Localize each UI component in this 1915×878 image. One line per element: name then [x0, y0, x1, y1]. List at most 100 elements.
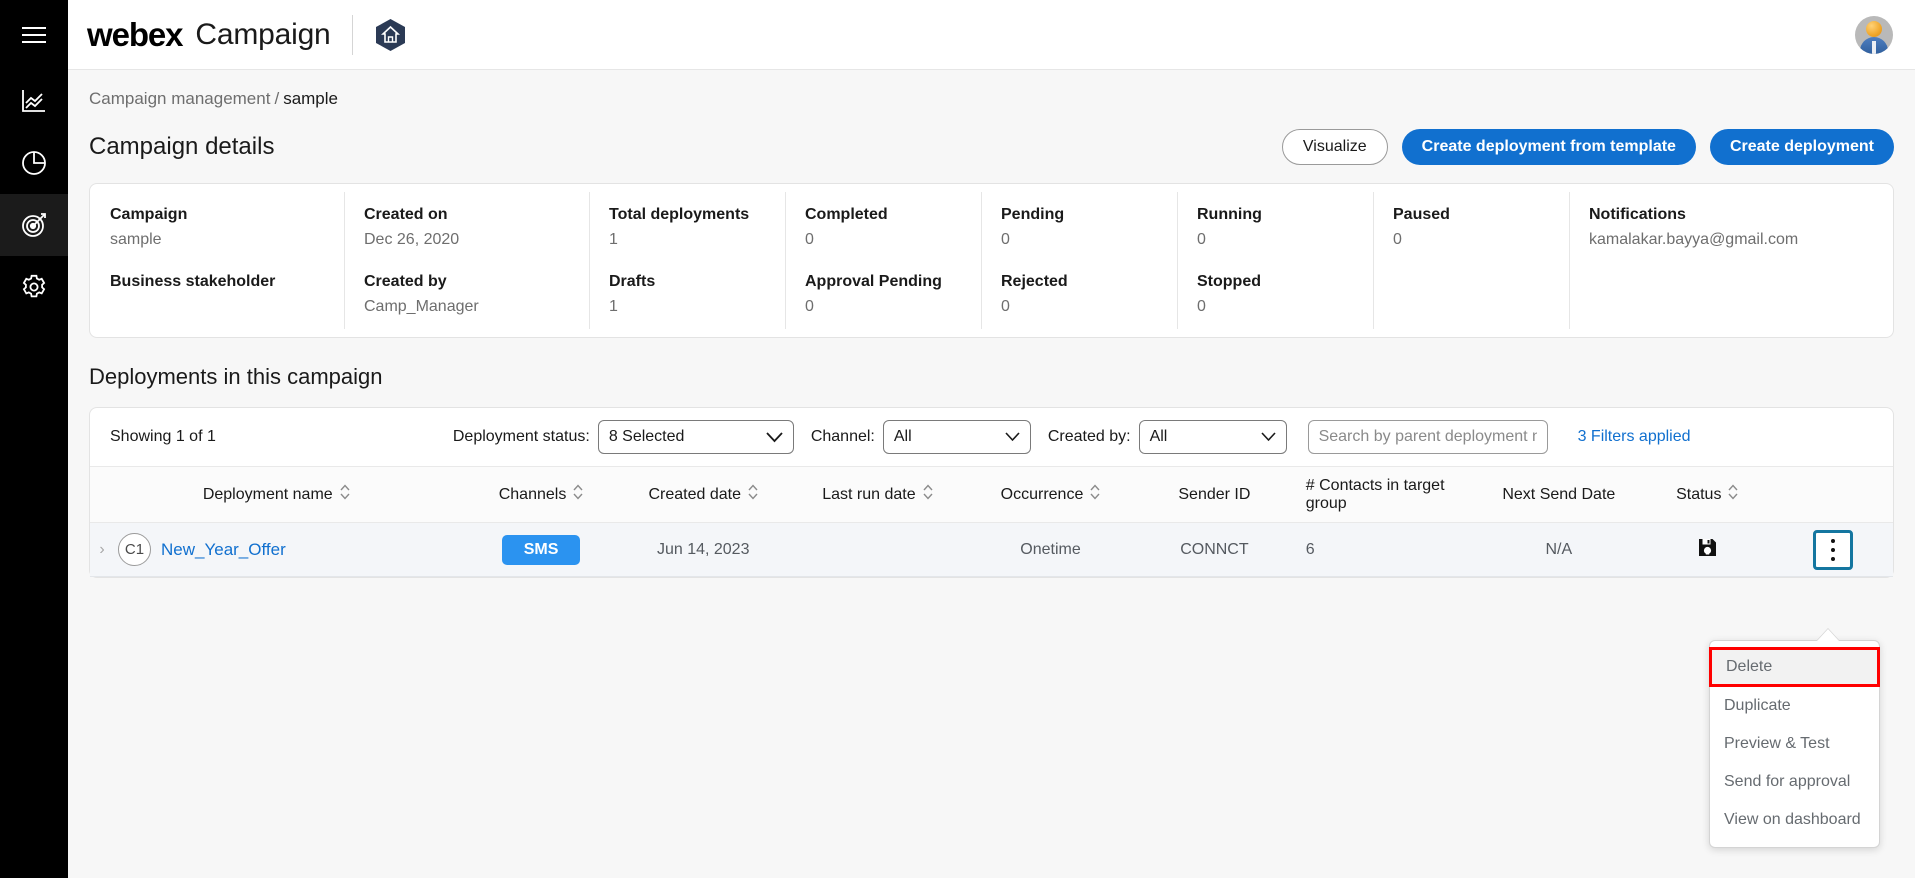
detail-column-paused: Paused 0: [1373, 184, 1569, 337]
detail-value: 0: [1001, 231, 1010, 248]
detail-value: 1: [609, 231, 618, 248]
cell-actions: [1773, 522, 1893, 577]
detail-column-running: Running 0 Stopped 0: [1177, 184, 1373, 337]
column-header-channels[interactable]: Channels: [462, 466, 620, 523]
filters-applied-link[interactable]: 3 Filters applied: [1578, 428, 1691, 446]
showing-count: Showing 1 of 1: [110, 428, 216, 445]
column-label: Occurrence: [1000, 485, 1084, 503]
detail-value: [110, 298, 344, 318]
visualize-button[interactable]: Visualize: [1281, 129, 1388, 165]
sidebar-item-analytics[interactable]: [0, 70, 68, 132]
target-icon: [19, 210, 49, 240]
chevron-down-icon: [754, 431, 783, 443]
detail-column-pending: Pending 0 Rejected 0: [981, 184, 1177, 337]
deployment-status-select[interactable]: 8 Selected: [597, 420, 794, 454]
column-header-contacts: # Contacts in target group: [1295, 466, 1477, 523]
filter-channel: Channel: All: [811, 420, 1031, 454]
detail-column-total-deployments: Total deployments 1 Drafts 1: [589, 184, 785, 337]
column-label: Sender ID: [1178, 485, 1251, 503]
cell-last-run-date: [786, 522, 968, 577]
menu-item-view-on-dashboard[interactable]: View on dashboard: [1710, 801, 1879, 839]
deployment-status-label: Deployment status:: [452, 428, 590, 445]
kebab-dot: [1831, 556, 1836, 561]
menu-item-send-for-approval[interactable]: Send for approval: [1710, 763, 1879, 801]
channel-select[interactable]: All: [882, 420, 1031, 454]
created-by-select[interactable]: All: [1138, 420, 1287, 454]
menu-icon[interactable]: [0, 0, 68, 70]
sidebar-item-campaigns[interactable]: [0, 194, 68, 256]
detail-label: Campaign: [110, 206, 188, 223]
cell-created-date: Jun 14, 2023: [619, 522, 787, 577]
search-input[interactable]: [1307, 420, 1548, 454]
detail-value: 0: [1197, 231, 1206, 248]
sidebar-item-reports[interactable]: [0, 132, 68, 194]
column-header-created-date[interactable]: Created date: [619, 466, 787, 523]
detail-value: Camp_Manager: [364, 298, 479, 315]
detail-label: Created on: [364, 206, 448, 223]
sort-icon: [1728, 484, 1738, 505]
column-label: Created date: [648, 485, 741, 503]
detail-label: Running: [1197, 206, 1262, 223]
detail-column-notifications: Notifications kamalakar.bayya@gmail.com: [1569, 184, 1893, 337]
gear-icon: [20, 273, 48, 301]
campaign-details-card: Campaign sample Business stakeholder Crea…: [89, 183, 1894, 338]
pie-chart-icon: [20, 149, 48, 177]
filter-deployment-status: Deployment status: 8 Selected: [453, 420, 794, 454]
filter-toolbar: Showing 1 of 1 Deployment status: 8 Sele…: [90, 408, 1893, 466]
detail-label: Business stakeholder: [110, 273, 276, 290]
sidebar-item-settings[interactable]: [0, 256, 68, 318]
avatar[interactable]: [1855, 15, 1893, 54]
column-header-last-run-date[interactable]: Last run date: [786, 466, 968, 523]
channel-chip-sms[interactable]: SMS: [501, 534, 581, 565]
menu-item-delete[interactable]: Delete: [1709, 647, 1880, 687]
column-header-deployment-name[interactable]: Deployment name: [90, 466, 463, 523]
detail-value: 0: [1393, 231, 1402, 248]
column-header-occurrence[interactable]: Occurrence: [967, 466, 1134, 523]
column-label: Status: [1676, 485, 1722, 503]
column-header-status[interactable]: Status: [1640, 466, 1774, 523]
channel-label: Channel:: [810, 428, 875, 445]
cell-contacts: 6: [1295, 522, 1477, 577]
action-menu-arrow: [1817, 629, 1839, 641]
detail-label: Drafts: [609, 273, 656, 290]
kebab-dot: [1831, 547, 1836, 552]
cell-next-send-date: N/A: [1476, 522, 1641, 577]
page-title: Campaign details: [89, 133, 275, 160]
brand-webex: webex: [87, 15, 183, 53]
column-label: Channels: [498, 485, 567, 503]
save-draft-icon: [1698, 538, 1717, 561]
created-by-value: All: [1149, 428, 1168, 445]
detail-value: 0: [1001, 298, 1010, 315]
column-header-actions: [1773, 466, 1893, 523]
kebab-dot: [1831, 538, 1836, 543]
create-deployment-button[interactable]: Create deployment: [1709, 129, 1894, 165]
channel-value: All: [893, 428, 912, 445]
cell-sender-id: CONNCT: [1133, 522, 1296, 577]
detail-label: Notifications: [1589, 206, 1686, 223]
left-nav-rail: [0, 0, 68, 878]
filter-created-by: Created by: All: [1048, 420, 1287, 454]
column-header-next-send-date: Next Send Date: [1476, 466, 1641, 523]
detail-value: 1: [609, 298, 618, 315]
analytics-icon: [20, 87, 48, 115]
detail-column-created-on: Created on Dec 26, 2020 Created by Camp_Ma…: [344, 184, 589, 337]
menu-item-duplicate[interactable]: Duplicate: [1710, 687, 1879, 725]
column-label: # Contacts in target group: [1305, 476, 1445, 512]
expand-row-chevron-icon[interactable]: ›: [96, 541, 108, 559]
menu-item-preview-and-test[interactable]: Preview & Test: [1710, 725, 1879, 763]
avatar-head: [1866, 20, 1882, 37]
avatar-tie: [1872, 40, 1876, 54]
detail-label: Approval Pending: [805, 273, 942, 290]
create-deployment-from-template-button[interactable]: Create deployment from template: [1401, 129, 1696, 165]
detail-label: Paused: [1393, 206, 1450, 223]
column-label: Last run date: [822, 485, 916, 503]
cell-channels: SMS: [462, 522, 620, 577]
cell-deployment-name: › C1 New_Year_Offer: [90, 522, 463, 577]
campaign-badge: C1: [118, 533, 151, 566]
row-actions-menu-button[interactable]: [1813, 529, 1854, 570]
deployment-name-link[interactable]: New_Year_Offer: [161, 540, 286, 560]
detail-value: 0: [1197, 298, 1206, 315]
breadcrumb-parent[interactable]: Campaign management: [89, 89, 270, 108]
column-label: Deployment name: [202, 485, 333, 503]
title-actions: Visualize Create deployment from templat…: [1281, 129, 1894, 165]
